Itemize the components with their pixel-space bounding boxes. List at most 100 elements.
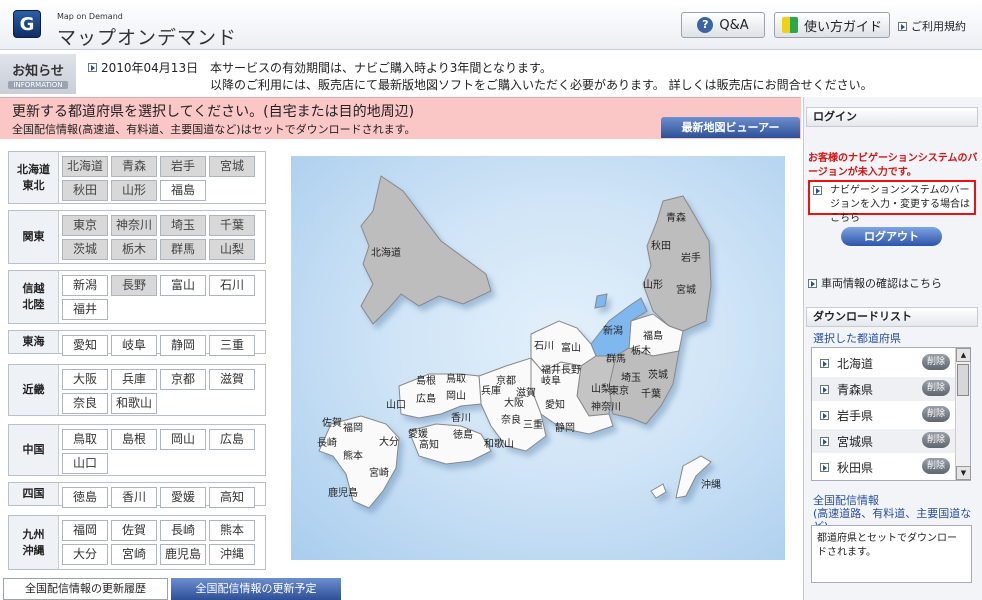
pref-button[interactable]: 富山 [160, 275, 206, 296]
pref-button[interactable]: 宮崎 [111, 544, 157, 565]
region-label-text: 中国 [22, 443, 45, 456]
map-label: 愛知 [545, 398, 565, 411]
region-0: 北海道 東北 北海道 青森 岩手 宮城秋田 山形 福島 [8, 151, 266, 204]
map-label: 山口 [386, 399, 406, 411]
region-label: 近畿 [9, 365, 59, 415]
arrow-icon [820, 462, 829, 472]
pref-button[interactable]: 山形 [111, 180, 157, 201]
map-label: 長野 [561, 364, 581, 376]
delete-button[interactable]: 削除 [922, 458, 950, 474]
pref-button[interactable]: 広島 [209, 429, 255, 450]
terms-label: ご利用規約 [911, 20, 966, 33]
pref-button[interactable]: 埼玉 [160, 215, 206, 236]
delete-button[interactable]: 削除 [922, 432, 950, 448]
delete-button[interactable]: 削除 [922, 354, 950, 370]
tab-update-schedule[interactable]: 全国配信情報の更新予定 [171, 578, 341, 600]
region-2: 信越 北陸 新潟 長野 富山 石川 福井 [8, 270, 266, 324]
map-okinawa[interactable] [675, 455, 712, 499]
pref-button[interactable]: 滋賀 [209, 369, 255, 390]
tab-update-history[interactable]: 全国配信情報の更新履歴 [3, 578, 168, 600]
login-header: ログイン [806, 107, 978, 127]
pref-button[interactable]: 島根 [111, 429, 157, 450]
pref-button[interactable]: 福井 [62, 299, 108, 320]
terms-link[interactable]: ご利用規約 [898, 18, 966, 34]
pref-button[interactable]: 新潟 [62, 275, 108, 296]
info-tag-label: お知らせ [12, 64, 64, 79]
pref-button[interactable]: 熊本 [209, 520, 255, 541]
pref-button[interactable]: 愛媛 [160, 487, 206, 508]
pref-button[interactable]: 東京 [62, 215, 108, 236]
scroll-thumb[interactable] [957, 364, 969, 396]
map-sado[interactable] [594, 293, 608, 309]
pref-button[interactable]: 沖縄 [209, 544, 255, 565]
pref-button[interactable]: 北海道 [62, 156, 108, 177]
pref-button[interactable]: 秋田 [62, 180, 108, 201]
pref-button[interactable]: 香川 [111, 487, 157, 508]
pref-button[interactable]: 福島 [160, 180, 206, 201]
pref-button[interactable]: 佐賀 [111, 520, 157, 541]
pref-button[interactable]: 岡山 [160, 429, 206, 450]
nav-version-link[interactable]: ナビゲーションシステムのバージョンを入力・変更する場合はこちら [808, 180, 976, 224]
map-label: 秋田 [651, 239, 671, 252]
pref-button[interactable]: 鹿児島 [160, 544, 206, 565]
logout-button[interactable]: ログアウト [841, 227, 942, 246]
pref-button[interactable]: 青森 [111, 156, 157, 177]
pref-button[interactable]: 茨城 [62, 239, 108, 260]
pref-button[interactable]: 静岡 [160, 335, 206, 356]
pref-button[interactable]: 高知 [209, 487, 255, 508]
scroll-up-icon[interactable]: ▲ [956, 348, 971, 362]
scroll-down-icon[interactable]: ▼ [956, 466, 971, 480]
pref-button[interactable]: 栃木 [111, 239, 157, 260]
vehicle-info-text: 車両情報の確認はこちら [821, 277, 942, 290]
map-chugoku[interactable] [398, 373, 482, 419]
pref-button[interactable]: 山梨 [209, 239, 255, 260]
pref-button[interactable]: 三重 [209, 335, 255, 356]
pref-button[interactable]: 大阪 [62, 369, 108, 390]
region-label: 北海道 東北 [9, 152, 59, 203]
pref-button[interactable]: 和歌山 [111, 393, 157, 414]
download-pref-name: 岩手県 [837, 408, 874, 423]
pref-button[interactable]: 京都 [160, 369, 206, 390]
japan-map-svg[interactable]: 北海道 青森秋田岩手山形 宮城新潟 福島石川 富山群馬栃木茨城 長野埼玉東京 千葉 山梨神奈川… [291, 156, 785, 560]
info-tag-sub: INFORMATION [8, 81, 68, 89]
guide-button[interactable]: 使い方ガイド [774, 12, 890, 38]
region-3: 東海 愛知 岐阜 静岡 三重 [8, 330, 266, 356]
pref-button[interactable]: 長野 [111, 275, 157, 296]
pref-button[interactable]: 徳島 [62, 487, 108, 508]
pref-button[interactable]: 岩手 [160, 156, 206, 177]
region-label: 四国 [9, 483, 59, 505]
map-amami[interactable] [650, 483, 667, 499]
download-list-scrollbar[interactable]: ▲ ▼ [955, 348, 971, 480]
region-label-text: 九州 [22, 527, 45, 541]
qa-button[interactable]: ? Q&A [681, 12, 765, 38]
pref-button[interactable]: 神奈川 [111, 215, 157, 236]
pref-button[interactable]: 石川 [209, 275, 255, 296]
region-label-text: 信越 [22, 282, 45, 295]
pref-button[interactable]: 千葉 [209, 215, 255, 236]
map-label: 広島 [416, 392, 436, 405]
pref-button[interactable]: 宮城 [209, 156, 255, 177]
japan-map[interactable]: 北海道 青森 秋田 岩手 山形 宮城 新潟 福島 石川 富山 群馬 栃木 茨城 長野 埼玉 東京 千葉 山梨 神奈川… [291, 156, 785, 560]
pref-button[interactable]: 山口 [62, 453, 108, 474]
app-logo[interactable]: G [13, 10, 41, 38]
delete-button[interactable]: 削除 [922, 406, 950, 422]
pref-button[interactable]: 長崎 [160, 520, 206, 541]
region-label-text: 東北 [22, 178, 45, 192]
region-7: 九州 沖縄 福岡 佐賀 長崎 熊本 大分 宮崎 鹿児島 沖縄 [8, 515, 266, 570]
map-label: 山梨 [591, 382, 611, 395]
map-label: 神奈川 [591, 400, 621, 413]
bulk-info-title[interactable]: 全国配信情報 [813, 494, 982, 507]
pref-button[interactable]: 岐阜 [111, 335, 157, 356]
arrow-icon [820, 384, 829, 394]
pref-button[interactable]: 兵庫 [111, 369, 157, 390]
pref-button[interactable]: 大分 [62, 544, 108, 565]
vehicle-info-link[interactable]: 車両情報の確認はこちら [808, 275, 942, 291]
delete-button[interactable]: 削除 [922, 380, 950, 396]
region-label-text: 四国 [22, 487, 45, 500]
pref-button[interactable]: 鳥取 [62, 429, 108, 450]
pref-button[interactable]: 奈良 [62, 393, 108, 414]
pref-button[interactable]: 愛知 [62, 335, 108, 356]
pref-button[interactable]: 群馬 [160, 239, 206, 260]
pref-button[interactable]: 福岡 [62, 520, 108, 541]
map-viewer-button[interactable]: 最新地図ビューアー [661, 117, 800, 138]
